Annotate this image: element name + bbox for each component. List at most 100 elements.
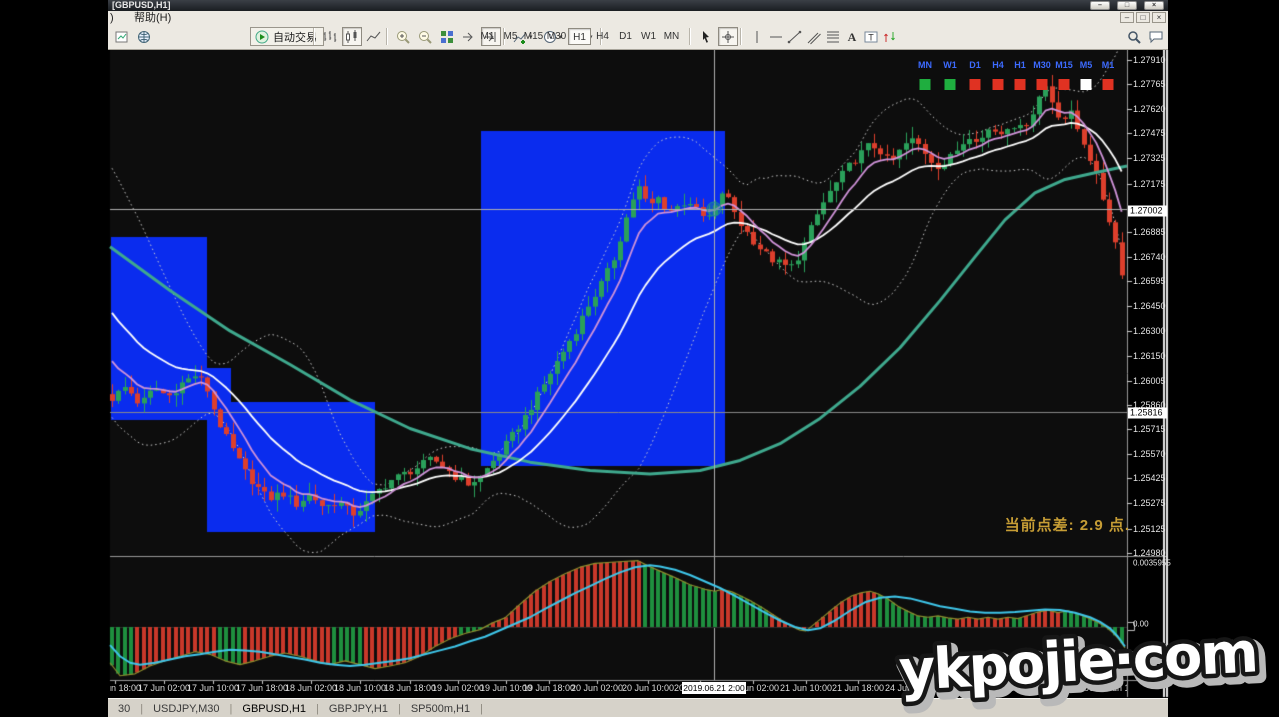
price-axis-label: 1.26885 bbox=[1133, 227, 1166, 237]
tf-status-square-m1[interactable] bbox=[1103, 79, 1114, 90]
chart-close-button[interactable]: × bbox=[1152, 12, 1166, 23]
zoom-out-icon[interactable] bbox=[415, 27, 435, 46]
title-bar[interactable]: [GBPUSD,H1] – □ × bbox=[108, 0, 1168, 11]
profile-icon[interactable] bbox=[134, 27, 154, 46]
tf-status-label-m15: M15 bbox=[1055, 60, 1073, 70]
crosshair-icon bbox=[720, 29, 736, 45]
chat-icon[interactable] bbox=[1146, 27, 1166, 46]
price-axis-label: 1.27475 bbox=[1133, 128, 1166, 138]
price-axis-label: 1.26450 bbox=[1133, 301, 1166, 311]
price-axis-label: 1.27620 bbox=[1133, 104, 1166, 114]
spread-text: 当前点差: 2.9 点. bbox=[955, 514, 1130, 535]
timeframe-button-h4[interactable]: H4 bbox=[591, 28, 614, 45]
tile-windows-icon[interactable] bbox=[437, 27, 457, 46]
chart-minimize-button[interactable]: – bbox=[1120, 12, 1134, 23]
text-label-icon[interactable]: T bbox=[861, 27, 881, 46]
text-icon[interactable]: A bbox=[842, 27, 862, 46]
timeframe-button-mn[interactable]: MN bbox=[660, 28, 683, 45]
time-axis-label: 19 Jun 02:00 bbox=[432, 683, 484, 693]
menu-item-help[interactable]: 帮助(H) bbox=[134, 11, 171, 25]
tf-status-square-h1[interactable] bbox=[1015, 79, 1026, 90]
toolbar-separator bbox=[689, 28, 691, 45]
trendline-icon bbox=[787, 29, 803, 45]
crosshair-icon[interactable] bbox=[718, 27, 738, 46]
time-axis-label: 19 Jun 18:00 bbox=[523, 683, 575, 693]
price-axis-label: 1.26740 bbox=[1133, 252, 1166, 262]
minimize-button[interactable]: – bbox=[1090, 1, 1110, 10]
fibonacci-icon[interactable] bbox=[823, 27, 843, 46]
price-axis-label: 1.26150 bbox=[1133, 351, 1166, 361]
window-title: [GBPUSD,H1] bbox=[112, 0, 171, 10]
price-axis-label: 1.25425 bbox=[1133, 473, 1166, 483]
indicator-axis-label: 0.0035955 bbox=[1133, 559, 1171, 568]
timeframe-button-d1[interactable]: D1 bbox=[614, 28, 637, 45]
chart-tab-sp500mh1[interactable]: SP500m,H1 bbox=[401, 703, 480, 715]
menu-bar: ) 帮助(H) – □ × bbox=[108, 11, 1168, 26]
tf-status-square-d1[interactable] bbox=[970, 79, 981, 90]
horizontal-line-icon[interactable] bbox=[766, 27, 786, 46]
tf-status-square-m15[interactable] bbox=[1059, 79, 1070, 90]
chart-area[interactable] bbox=[0, 0, 1279, 717]
channel-icon bbox=[806, 29, 822, 45]
price-axis-label: 1.25125 bbox=[1133, 524, 1166, 534]
chart-tab-usdjpym30[interactable]: USDJPY,M30 bbox=[143, 703, 229, 715]
price-axis-label: 1.27175 bbox=[1133, 179, 1166, 189]
tf-status-label-m5: M5 bbox=[1080, 60, 1093, 70]
tf-status-label-w1: W1 bbox=[943, 60, 957, 70]
svg-text:T: T bbox=[868, 32, 874, 42]
tf-status-square-m30[interactable] bbox=[1037, 79, 1048, 90]
chart-window-icon[interactable] bbox=[112, 27, 132, 46]
tf-status-square-mn[interactable] bbox=[920, 79, 931, 90]
restore-button[interactable]: □ bbox=[1117, 1, 1137, 10]
trendline-icon[interactable] bbox=[785, 27, 805, 46]
time-axis-label: 17 Jun 10:00 bbox=[187, 683, 239, 693]
search-icon[interactable] bbox=[1124, 27, 1144, 46]
bar-chart-icon[interactable] bbox=[320, 27, 340, 46]
zoom-in-icon[interactable] bbox=[393, 27, 413, 46]
crosshair-time-box: 2019.06.21 2:00 bbox=[682, 682, 746, 694]
price-axis-label: 1.27325 bbox=[1133, 153, 1166, 163]
chart-restore-button[interactable]: □ bbox=[1136, 12, 1150, 23]
chart-tab-gbpusdh1[interactable]: GBPUSD,H1 bbox=[232, 703, 316, 715]
channel-icon[interactable] bbox=[804, 27, 824, 46]
chart-tab-30[interactable]: 30 bbox=[108, 703, 140, 715]
search-icon bbox=[1126, 29, 1142, 45]
toolbar-separator bbox=[313, 28, 315, 45]
auto-scroll-icon bbox=[461, 29, 477, 45]
tf-status-square-h4[interactable] bbox=[993, 79, 1004, 90]
time-axis-label: 20 Jun 02:00 bbox=[571, 683, 623, 693]
tf-status-label-h1: H1 bbox=[1014, 60, 1026, 70]
time-axis-label: 17 Jun 18:00 bbox=[236, 683, 288, 693]
time-axis-label: 18 Jun 02:00 bbox=[285, 683, 337, 693]
timeframe-button-m5[interactable]: M5 bbox=[499, 28, 522, 45]
watermark: ykpojie·com ykpojie·com bbox=[888, 622, 1279, 717]
chart-tab-gbpjpyh1[interactable]: GBPJPY,H1 bbox=[319, 703, 398, 715]
cursor-icon[interactable] bbox=[696, 27, 716, 46]
chat-icon bbox=[1148, 29, 1164, 45]
cursor-icon bbox=[698, 29, 714, 45]
price-axis-label: 1.26300 bbox=[1133, 326, 1166, 336]
time-axis-label: 17 Jun 02:00 bbox=[138, 683, 190, 693]
timeframe-button-m30[interactable]: M30 bbox=[545, 28, 568, 45]
close-button[interactable]: × bbox=[1144, 1, 1164, 10]
price-marker-box: 1.27002 bbox=[1128, 206, 1167, 217]
timeframe-button-m1[interactable]: M1 bbox=[476, 28, 499, 45]
tf-status-square-w1[interactable] bbox=[945, 79, 956, 90]
timeframe-button-h1[interactable]: H1 bbox=[568, 28, 591, 45]
timeframe-button-m15[interactable]: M15 bbox=[522, 28, 545, 45]
arrows-icon[interactable] bbox=[880, 27, 900, 46]
menu-item-partial[interactable]: ) bbox=[110, 11, 114, 25]
candlestick-icon bbox=[344, 29, 360, 45]
line-chart-icon[interactable] bbox=[364, 27, 384, 46]
candlestick-icon[interactable] bbox=[342, 27, 362, 46]
horizontal-line-icon bbox=[768, 29, 784, 45]
profile-icon bbox=[136, 29, 152, 45]
timeframe-button-w1[interactable]: W1 bbox=[637, 28, 660, 45]
vertical-line-icon[interactable] bbox=[747, 27, 767, 46]
time-axis-label: 16 Jun 18:00 bbox=[110, 683, 141, 693]
price-axis-label: 1.27910 bbox=[1133, 55, 1166, 65]
price-axis-label: 1.25715 bbox=[1133, 424, 1166, 434]
tf-status-square-m5[interactable] bbox=[1081, 79, 1092, 90]
price-axis-label: 1.25570 bbox=[1133, 449, 1166, 459]
app-window: { "app": {"title": "[GBPUSD,H1]", "windo… bbox=[0, 0, 1279, 717]
